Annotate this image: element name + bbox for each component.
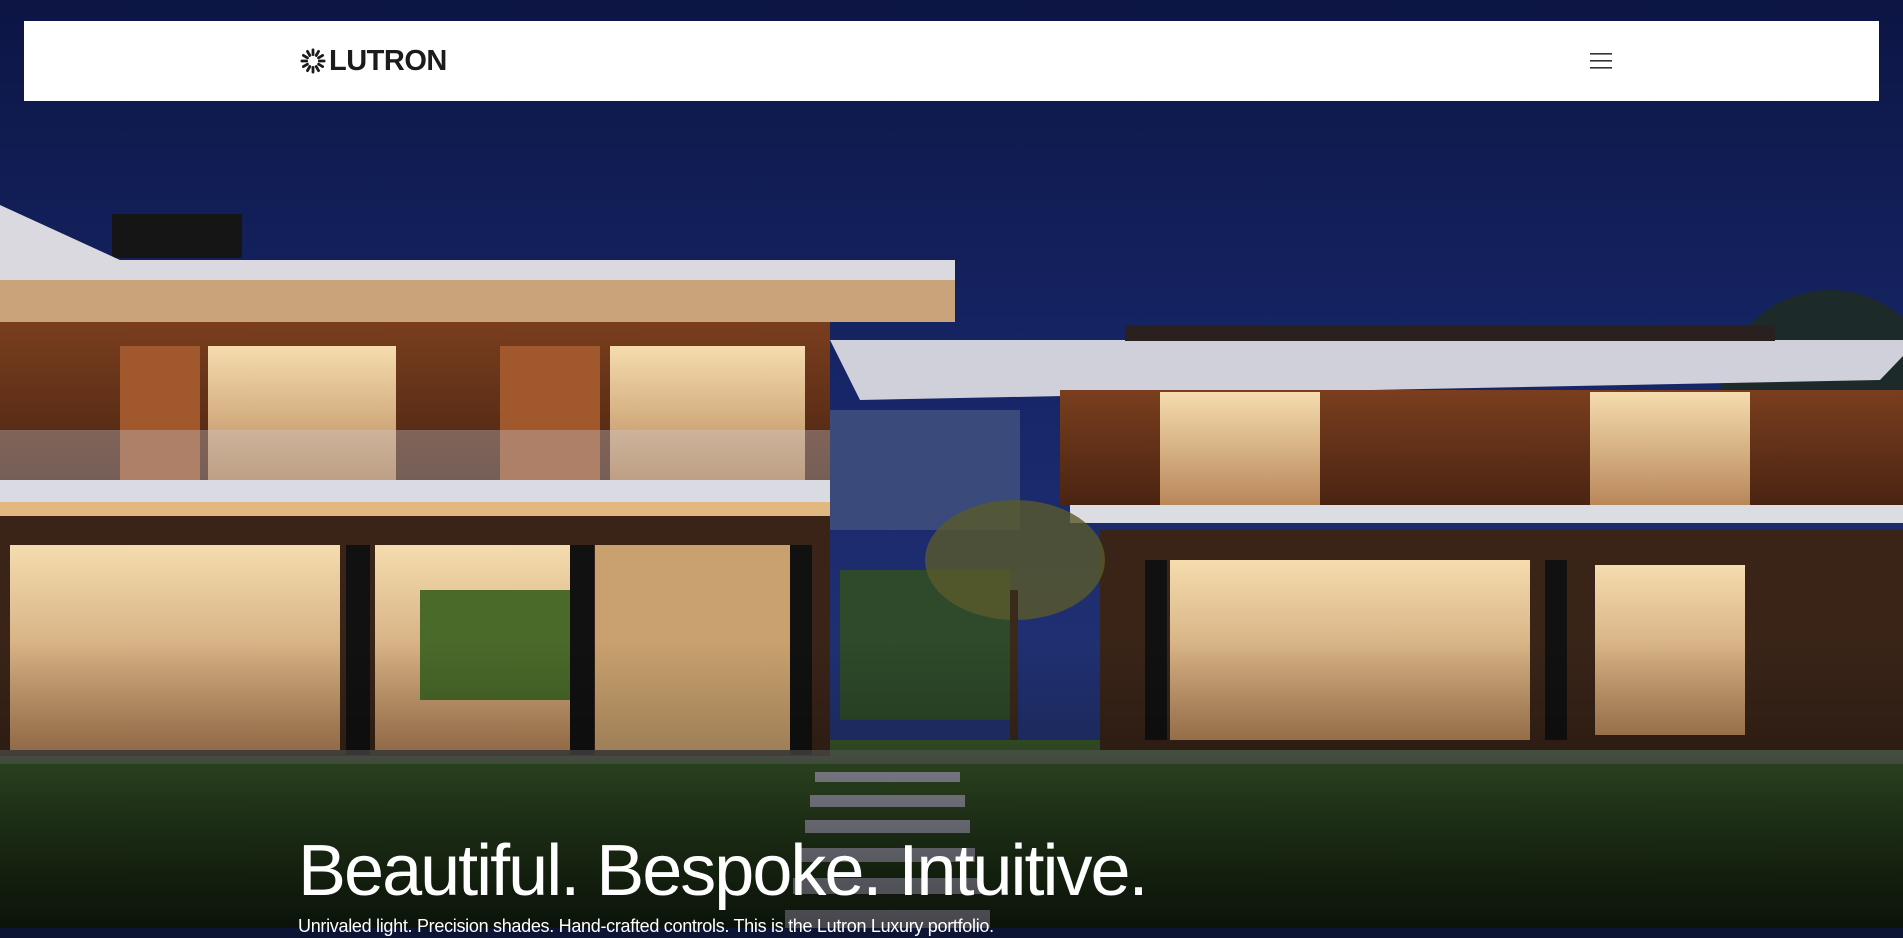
main-menu-button[interactable]: [1588, 49, 1614, 73]
hero-subheadline: Unrivaled light. Precision shades. Hand-…: [298, 916, 994, 936]
site-header: LUTRON: [24, 21, 1879, 101]
hero-copy: Beautiful. Bespoke. Intuitive. Unrivaled…: [298, 828, 1598, 938]
hero-headline: Beautiful. Bespoke. Intuitive.: [298, 831, 1149, 911]
hero-section: [0, 0, 1903, 928]
lutron-sunburst-icon: [300, 48, 326, 74]
lutron-logo[interactable]: LUTRON: [300, 45, 447, 77]
logo-wordmark: LUTRON: [329, 45, 447, 77]
hero-image: [0, 0, 1903, 928]
hamburger-menu-icon: [1590, 53, 1612, 69]
